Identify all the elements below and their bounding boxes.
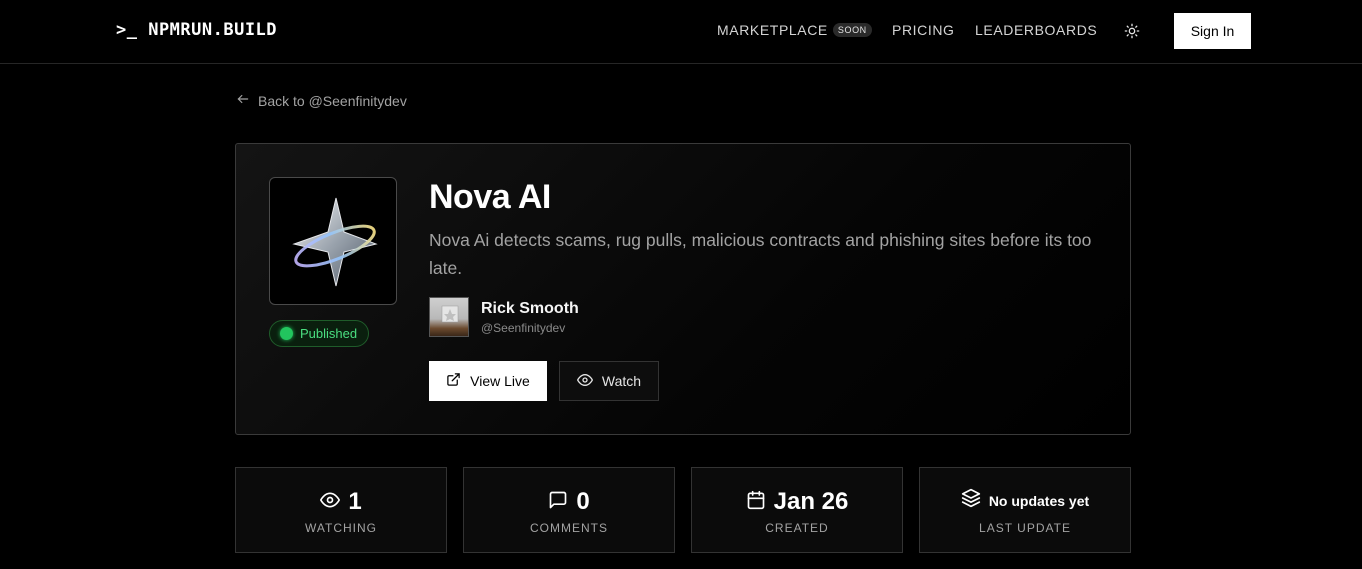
site-header: >_ NPMRUN.BUILD MARKETPLACE SOON PRICING… [0, 0, 1362, 64]
nav-marketplace[interactable]: MARKETPLACE SOON [717, 22, 872, 38]
watch-button[interactable]: Watch [559, 361, 659, 401]
project-thumbnail [269, 177, 397, 305]
status-label: Published [300, 326, 358, 341]
eye-icon [576, 372, 593, 391]
view-live-label: View Live [470, 373, 530, 389]
project-title: Nova AI [429, 178, 551, 216]
soon-badge: SOON [832, 23, 872, 37]
star-logo-icon [292, 197, 378, 287]
stat-value: 0 [576, 488, 590, 515]
comment-icon [548, 490, 568, 515]
external-link-icon [446, 372, 461, 390]
stat-watching: 1 WATCHING [235, 467, 447, 553]
back-link[interactable]: Back to @Seenfinitydev [236, 92, 407, 109]
status-badge: Published [269, 320, 370, 347]
stat-value: 1 [348, 488, 362, 515]
stat-value: Jan 26 [773, 488, 849, 515]
stat-comments: 0 COMMENTS [463, 467, 675, 553]
stat-label: CREATED [765, 521, 829, 535]
nav-leaderboards[interactable]: LEADERBOARDS [975, 22, 1097, 38]
sign-in-button[interactable]: Sign In [1174, 13, 1251, 49]
arrow-left-icon [236, 92, 250, 109]
author-handle[interactable]: @Seenfinitydev [481, 321, 565, 335]
project-description: Nova Ai detects scams, rug pulls, malici… [429, 230, 1092, 278]
back-link-label: Back to @Seenfinitydev [258, 92, 407, 109]
nav-pricing[interactable]: PRICING [892, 22, 955, 38]
watch-label: Watch [601, 373, 642, 389]
site-logo[interactable]: >_ NPMRUN.BUILD [116, 20, 277, 40]
nav-marketplace-label: MARKETPLACE [717, 22, 828, 38]
sun-icon[interactable] [1122, 21, 1142, 41]
stat-label: LAST UPDATE [979, 521, 1071, 535]
avatar[interactable] [429, 297, 469, 337]
stat-last-update: No updates yet LAST UPDATE [919, 467, 1131, 553]
view-live-button[interactable]: View Live [429, 361, 547, 401]
stat-label: WATCHING [305, 521, 377, 535]
calendar-icon [746, 490, 766, 515]
eye-icon [320, 490, 341, 515]
stat-label: COMMENTS [530, 521, 608, 535]
layers-icon [961, 488, 981, 513]
author-name[interactable]: Rick Smooth [481, 300, 579, 318]
stat-created: Jan 26 CREATED [691, 467, 903, 553]
status-dot [280, 327, 293, 340]
stat-value: No updates yet [988, 492, 1090, 509]
